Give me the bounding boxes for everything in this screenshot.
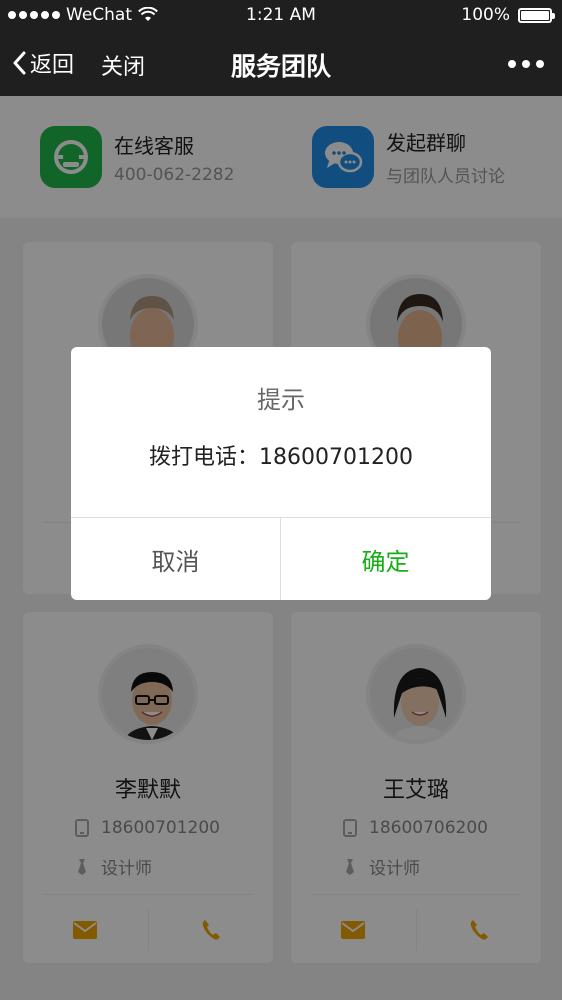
cancel-button[interactable]: 取消 [71,518,280,600]
page-title: 服务团队 [230,52,331,81]
nav-bar: 返回 关闭 服务团队 [0,30,562,96]
battery-icon [518,7,555,23]
battery-percent: 100% [461,5,510,25]
call-confirm-dialog: 提示 拨打电话：18600701200 取消 确定 [71,347,491,600]
confirm-button[interactable]: 确定 [281,518,490,600]
dialog-title: 提示 [257,386,305,414]
status-bar: WeChat 1:21 AM 100% [0,0,562,30]
more-icon[interactable] [508,60,544,68]
dialog-message: 拨打电话：18600701200 [149,445,413,470]
